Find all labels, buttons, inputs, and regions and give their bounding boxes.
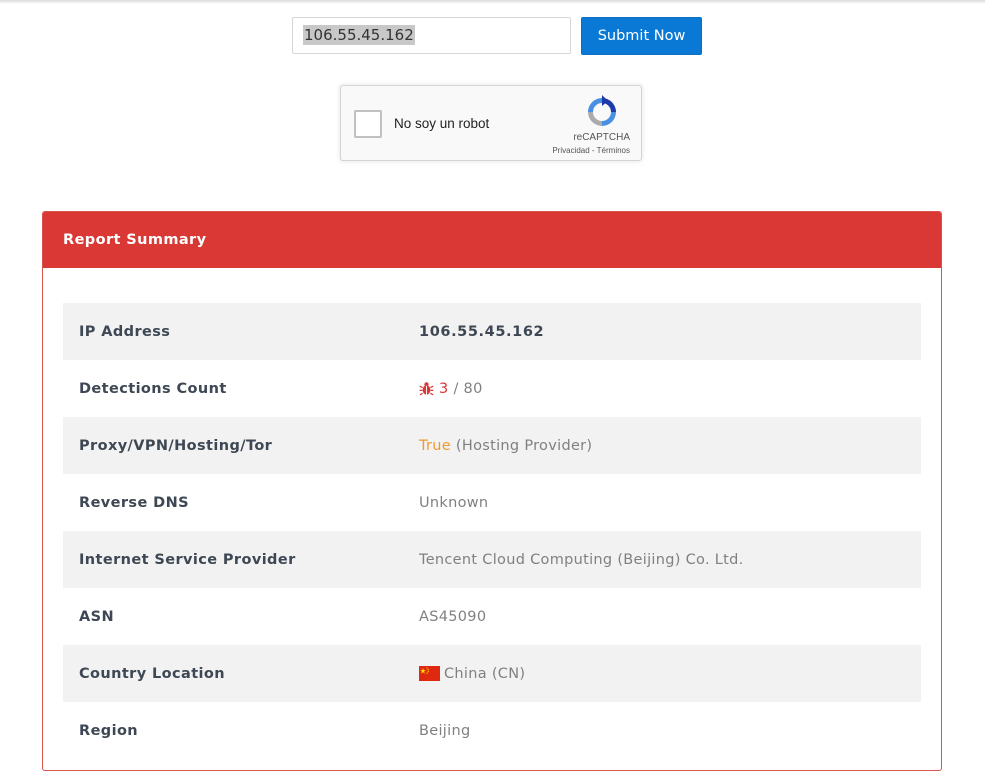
- table-row-reverse-dns: Reverse DNS Unknown: [63, 474, 921, 531]
- asn-value: AS45090: [419, 608, 487, 625]
- row-label: Region: [79, 722, 139, 739]
- ip-address-input[interactable]: 106.55.45.162: [292, 17, 571, 54]
- report-table: IP Address 106.55.45.162 Detections Coun…: [63, 303, 921, 759]
- proxy-detail: (Hosting Provider): [455, 437, 593, 454]
- proxy-value: True (Hosting Provider): [419, 438, 592, 454]
- report-summary-panel: Report Summary IP Address 106.55.45.162 …: [42, 211, 942, 771]
- row-label: Country Location: [79, 665, 225, 682]
- row-label: Reverse DNS: [79, 494, 189, 511]
- table-row-ip-address: IP Address 106.55.45.162: [63, 303, 921, 360]
- row-label: ASN: [79, 608, 115, 625]
- detections-count: 3: [439, 380, 449, 397]
- recaptcha-label: No soy un robot: [394, 116, 490, 131]
- table-row-detections: Detections Count 3 / 80: [63, 360, 921, 417]
- recaptcha-privacy-terms-links[interactable]: Privacidad - Términos: [552, 146, 630, 155]
- country-text: China (CN): [444, 665, 526, 682]
- recaptcha-logo-icon: [588, 95, 616, 126]
- submit-now-button[interactable]: Submit Now: [581, 17, 702, 55]
- table-row-asn: ASN AS45090: [63, 588, 921, 645]
- table-row-country: Country Location China (CN): [63, 645, 921, 702]
- country-value: China (CN): [419, 666, 525, 682]
- table-row-region: Region Beijing: [63, 702, 921, 759]
- row-label: Internet Service Provider: [79, 551, 296, 568]
- bug-icon: [419, 382, 434, 396]
- reverse-dns-value: Unknown: [419, 494, 489, 511]
- proxy-status: True: [419, 437, 451, 454]
- ip-address-value: 106.55.45.162: [419, 323, 545, 340]
- ip-input-value: 106.55.45.162: [303, 25, 415, 45]
- china-flag-icon: [419, 666, 440, 681]
- panel-title: Report Summary: [43, 212, 941, 268]
- detections-total: / 80: [453, 380, 483, 397]
- recaptcha-checkbox[interactable]: [354, 110, 382, 138]
- recaptcha-brand: reCAPTCHA: [573, 132, 630, 143]
- detections-value: 3 / 80: [419, 381, 483, 397]
- region-value: Beijing: [419, 722, 471, 739]
- table-row-proxy: Proxy/VPN/Hosting/Tor True (Hosting Prov…: [63, 417, 921, 474]
- recaptcha-widget: No soy un robot reCAPTCHA Privacidad - T…: [340, 85, 642, 161]
- top-shadow: [0, 0, 985, 4]
- row-label: IP Address: [79, 323, 171, 340]
- row-label: Proxy/VPN/Hosting/Tor: [79, 437, 273, 454]
- table-row-isp: Internet Service Provider Tencent Cloud …: [63, 531, 921, 588]
- isp-value: Tencent Cloud Computing (Beijing) Co. Lt…: [419, 551, 744, 568]
- row-label: Detections Count: [79, 380, 227, 397]
